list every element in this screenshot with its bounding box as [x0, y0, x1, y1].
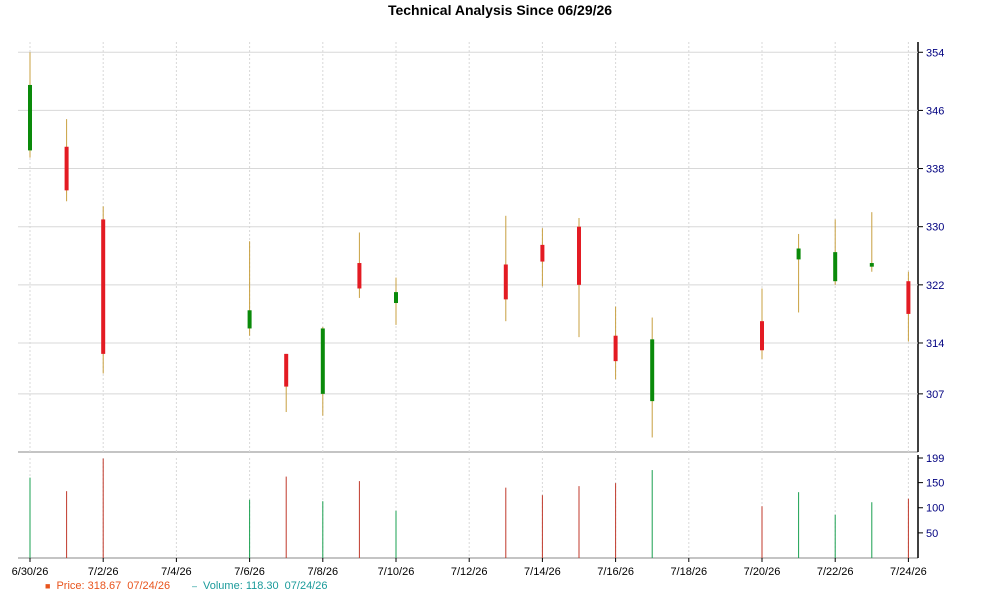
candle-body — [284, 353, 289, 387]
candle-body — [577, 226, 581, 285]
x-tick-label: 7/22/26 — [817, 566, 854, 578]
candlestick-chart: 307 314 322 330 338 346 354 50 100 150 199 6/30/26 7… — [12, 42, 944, 578]
x-tick-label: 7/20/26 — [744, 566, 781, 578]
x-tick-label: 7/2/26 — [88, 566, 119, 578]
candle-body — [28, 84, 32, 151]
volume-tick-label: 100 — [926, 503, 944, 515]
legend-price: ■ Price: 318.67 07/24/26 — [45, 580, 170, 592]
volume-tick-label: 199 — [926, 453, 944, 465]
legend-volume: – Volume: 118.30 07/24/26 — [192, 580, 327, 592]
price-tick-label: 314 — [926, 338, 944, 350]
candle-body — [320, 328, 325, 394]
volume-tick-label: 150 — [926, 478, 944, 490]
legend-price-date: 07/24/26 — [127, 580, 171, 592]
x-tick-label: 7/18/26 — [670, 566, 707, 578]
legend-volume-marker: – — [192, 581, 198, 591]
x-tick-label: 7/8/26 — [308, 566, 339, 578]
candle-body — [101, 219, 106, 354]
legend-volume-label: Volume: 118.30 — [203, 580, 279, 592]
legend-price-label: Price: 318.67 — [56, 580, 122, 592]
price-tick-label: 338 — [926, 164, 944, 176]
candle-body — [357, 263, 362, 289]
candle-body — [540, 244, 545, 262]
x-tick-label: 7/16/26 — [597, 566, 634, 578]
candle-body — [650, 339, 655, 402]
candle-body — [760, 321, 764, 351]
legend-volume-date: 07/24/26 — [284, 580, 328, 592]
price-tick-label: 322 — [926, 280, 944, 292]
x-tick-label: 7/6/26 — [234, 566, 265, 578]
legend-price-marker: ■ — [45, 581, 51, 591]
price-tick-label: 354 — [926, 47, 944, 59]
candle-body — [613, 335, 618, 362]
candle-body — [247, 310, 252, 329]
candle-body — [503, 264, 508, 300]
price-tick-label: 307 — [926, 389, 944, 401]
price-tick-label: 346 — [926, 105, 944, 117]
x-tick-label: 7/14/26 — [524, 566, 561, 578]
candle-body — [394, 292, 398, 304]
x-tick-label: 7/4/26 — [161, 566, 192, 578]
x-tick-label: 7/24/26 — [890, 566, 927, 578]
x-tick-label: 7/10/26 — [378, 566, 415, 578]
x-tick-label: 6/30/26 — [12, 566, 49, 578]
candle-body — [796, 248, 801, 260]
price-tick-label: 330 — [926, 222, 944, 234]
candle-body — [869, 263, 874, 267]
candle-body — [833, 252, 838, 282]
x-tick-label: 7/12/26 — [451, 566, 488, 578]
volume-tick-label: 50 — [926, 528, 938, 540]
candle-body — [906, 281, 911, 314]
candle-body — [64, 146, 69, 191]
